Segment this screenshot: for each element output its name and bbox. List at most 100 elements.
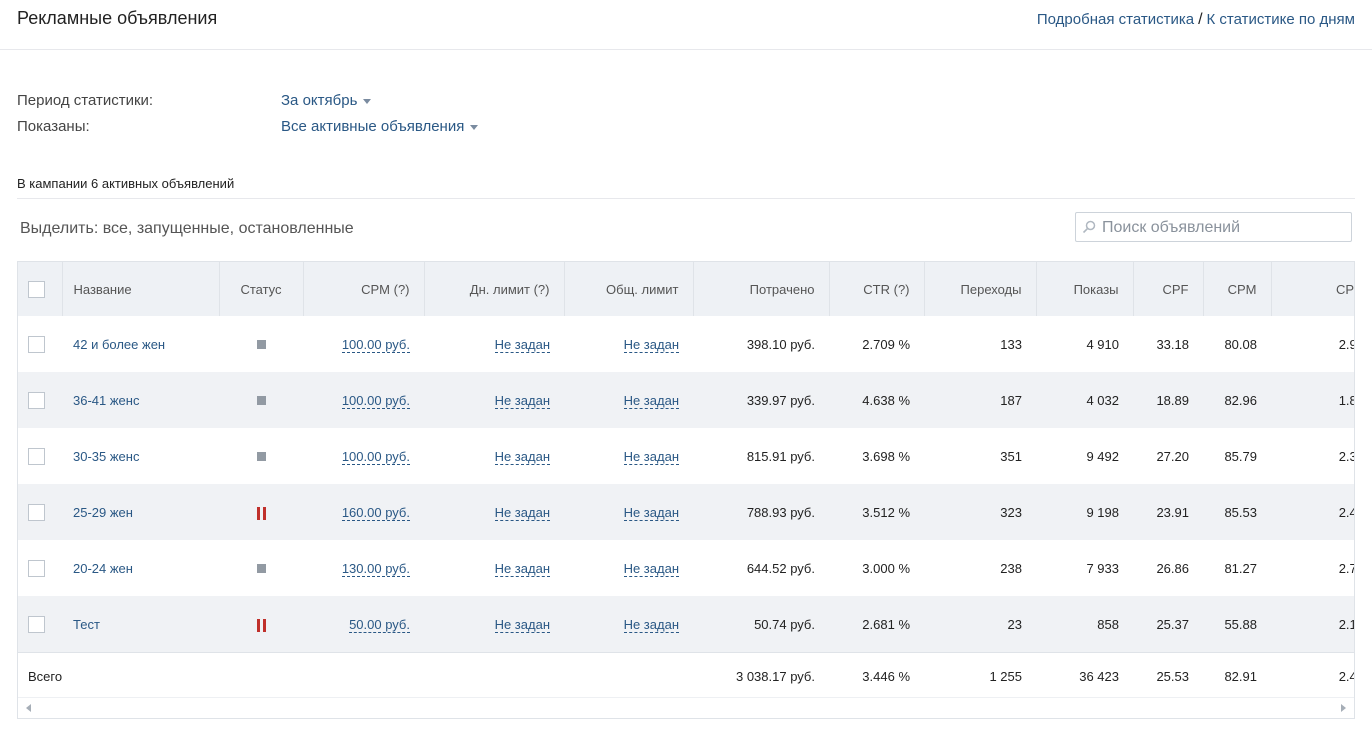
stop-icon[interactable] (256, 339, 266, 349)
pause-icon[interactable] (256, 506, 266, 520)
status-cell (219, 596, 303, 653)
total-limit: Не задан (564, 372, 693, 428)
day-limit-value[interactable]: Не задан (494, 504, 550, 521)
col-name[interactable]: Название (62, 262, 220, 316)
detailed-stats-link[interactable]: Подробная статистика (1037, 11, 1194, 28)
pause-icon[interactable] (256, 618, 266, 632)
cpm-bid: 100.00 руб. (303, 316, 424, 372)
select-stopped-link[interactable]: остановленные (239, 220, 354, 237)
views: 7 933 (1036, 540, 1133, 596)
total-limit-value[interactable]: Не задан (623, 336, 679, 353)
ad-name-value[interactable]: 42 и более жен (73, 337, 165, 352)
cpm-bid-value[interactable]: 100.00 руб. (341, 448, 410, 465)
cpm-actual: 55.88 (1203, 596, 1271, 653)
period-row: Период статистики: За октябрь (17, 92, 478, 118)
ad-name-value[interactable]: 36-41 женс (73, 393, 139, 408)
stop-icon[interactable] (256, 395, 266, 405)
spent-value: 644.52 руб. (746, 560, 815, 576)
ctr-value: 3.698 % (862, 448, 910, 464)
total-limit-value[interactable]: Не задан (623, 392, 679, 409)
ad-name-value[interactable]: 25-29 жен (73, 505, 133, 520)
total-limit-value[interactable]: Не задан (623, 616, 679, 633)
col-views[interactable]: Показы (1036, 262, 1134, 316)
ad-name-value[interactable]: 20-24 жен (73, 561, 133, 576)
select-all-link[interactable]: все (103, 220, 128, 237)
col-ctr[interactable]: CTR (?) (829, 262, 925, 316)
scroll-right-icon[interactable] (1341, 704, 1346, 712)
total-limit: Не задан (564, 428, 693, 484)
row-checkbox[interactable] (28, 559, 45, 577)
total-limit-value[interactable]: Не задан (623, 448, 679, 465)
cpc-value: 2.32 (1338, 448, 1354, 464)
cpm-bid: 50.00 руб. (303, 596, 424, 653)
stop-icon[interactable] (256, 451, 266, 461)
ad-name-value[interactable]: 30-35 женс (73, 449, 139, 464)
day-limit-value[interactable]: Не задан (494, 336, 550, 353)
select-prefix: Выделить: (20, 220, 103, 237)
cpm-bid-value[interactable]: 50.00 руб. (349, 616, 410, 633)
cpm-bid-value[interactable]: 130.00 руб. (341, 560, 410, 577)
day-limit: Не задан (424, 596, 564, 653)
total-limit-value[interactable]: Не задан (623, 504, 679, 521)
status-cell (219, 484, 303, 540)
col-day-limit[interactable]: Дн. лимит (?) (424, 262, 565, 316)
horizontal-scrollbar[interactable] (18, 697, 1354, 718)
cpf-value: 26.86 (1156, 560, 1189, 576)
views: 4 032 (1036, 372, 1133, 428)
table-footer: Всего 3 038.17 руб. 3.446 % 1 255 36 423… (18, 652, 1354, 700)
total-spent: 3 038.17 руб. (693, 652, 829, 700)
period-dropdown[interactable]: За октябрь (281, 92, 372, 118)
row-checkbox[interactable] (28, 447, 45, 465)
table-row: Тест 50.00 руб. Не задан Не задан 50.74 руб.… (18, 596, 1354, 653)
select-running-link[interactable]: запущенные (137, 220, 230, 237)
day-limit-value[interactable]: Не задан (494, 616, 550, 633)
select-all-checkbox[interactable] (28, 280, 45, 298)
spent: 50.74 руб. (693, 596, 829, 653)
table-row: 25-29 жен 160.00 руб. Не задан Не задан 788.… (18, 484, 1354, 540)
shown-dropdown[interactable]: Все активные объявления (281, 118, 479, 144)
row-checkbox[interactable] (28, 335, 45, 353)
total-ctr: 3.446 % (829, 652, 924, 700)
cpc-value: 1.81 (1338, 392, 1354, 408)
daily-stats-link[interactable]: К статистике по дням (1207, 11, 1355, 28)
day-limit-value[interactable]: Не задан (494, 448, 550, 465)
total-limit: Не задан (564, 484, 693, 540)
total-row: Всего 3 038.17 руб. 3.446 % 1 255 36 423… (18, 652, 1354, 700)
col-status[interactable]: Статус (219, 262, 304, 316)
row-checkbox-cell (18, 428, 62, 484)
cpm-bid-value[interactable]: 100.00 руб. (341, 392, 410, 409)
ad-name-value[interactable]: Тест (73, 617, 100, 632)
cpm-bid-value[interactable]: 160.00 руб. (341, 504, 410, 521)
day-limit-value[interactable]: Не задан (494, 392, 550, 409)
cpm-bid-value[interactable]: 100.00 руб. (341, 336, 410, 353)
stop-icon[interactable] (256, 563, 266, 573)
row-checkbox[interactable] (28, 503, 45, 521)
day-limit: Не задан (424, 316, 564, 372)
col-cpm-bid[interactable]: CPM (?) (303, 262, 425, 316)
col-clicks[interactable]: Переходы (924, 262, 1037, 316)
ctr-value: 2.709 % (862, 336, 910, 352)
col-total-limit[interactable]: Общ. лимит (564, 262, 694, 316)
views: 9 492 (1036, 428, 1133, 484)
col-cpm[interactable]: CPM (1203, 262, 1272, 316)
ad-name: 30-35 женс (62, 428, 219, 484)
row-checkbox[interactable] (28, 391, 45, 409)
spent: 398.10 руб. (693, 316, 829, 372)
col-cpf[interactable]: CPF (1133, 262, 1204, 316)
col-spent[interactable]: Потрачено (693, 262, 830, 316)
row-checkbox[interactable] (28, 615, 45, 633)
day-limit-value[interactable]: Не задан (494, 560, 550, 577)
clicks: 238 (924, 540, 1036, 596)
col-cpc[interactable]: CPC (1271, 262, 1354, 316)
cpf-value: 25.37 (1156, 616, 1189, 632)
row-checkbox-cell (18, 484, 62, 540)
scroll-left-icon[interactable] (26, 704, 31, 712)
cpm-actual-value: 82.96 (1224, 392, 1257, 408)
spent-value: 815.91 руб. (746, 448, 815, 464)
clicks-value: 351 (1000, 448, 1022, 464)
search-box (1075, 212, 1352, 242)
cpm-bid: 100.00 руб. (303, 372, 424, 428)
total-limit-value[interactable]: Не задан (623, 560, 679, 577)
search-input[interactable] (1100, 215, 1349, 241)
shown-label: Показаны: (17, 118, 90, 135)
